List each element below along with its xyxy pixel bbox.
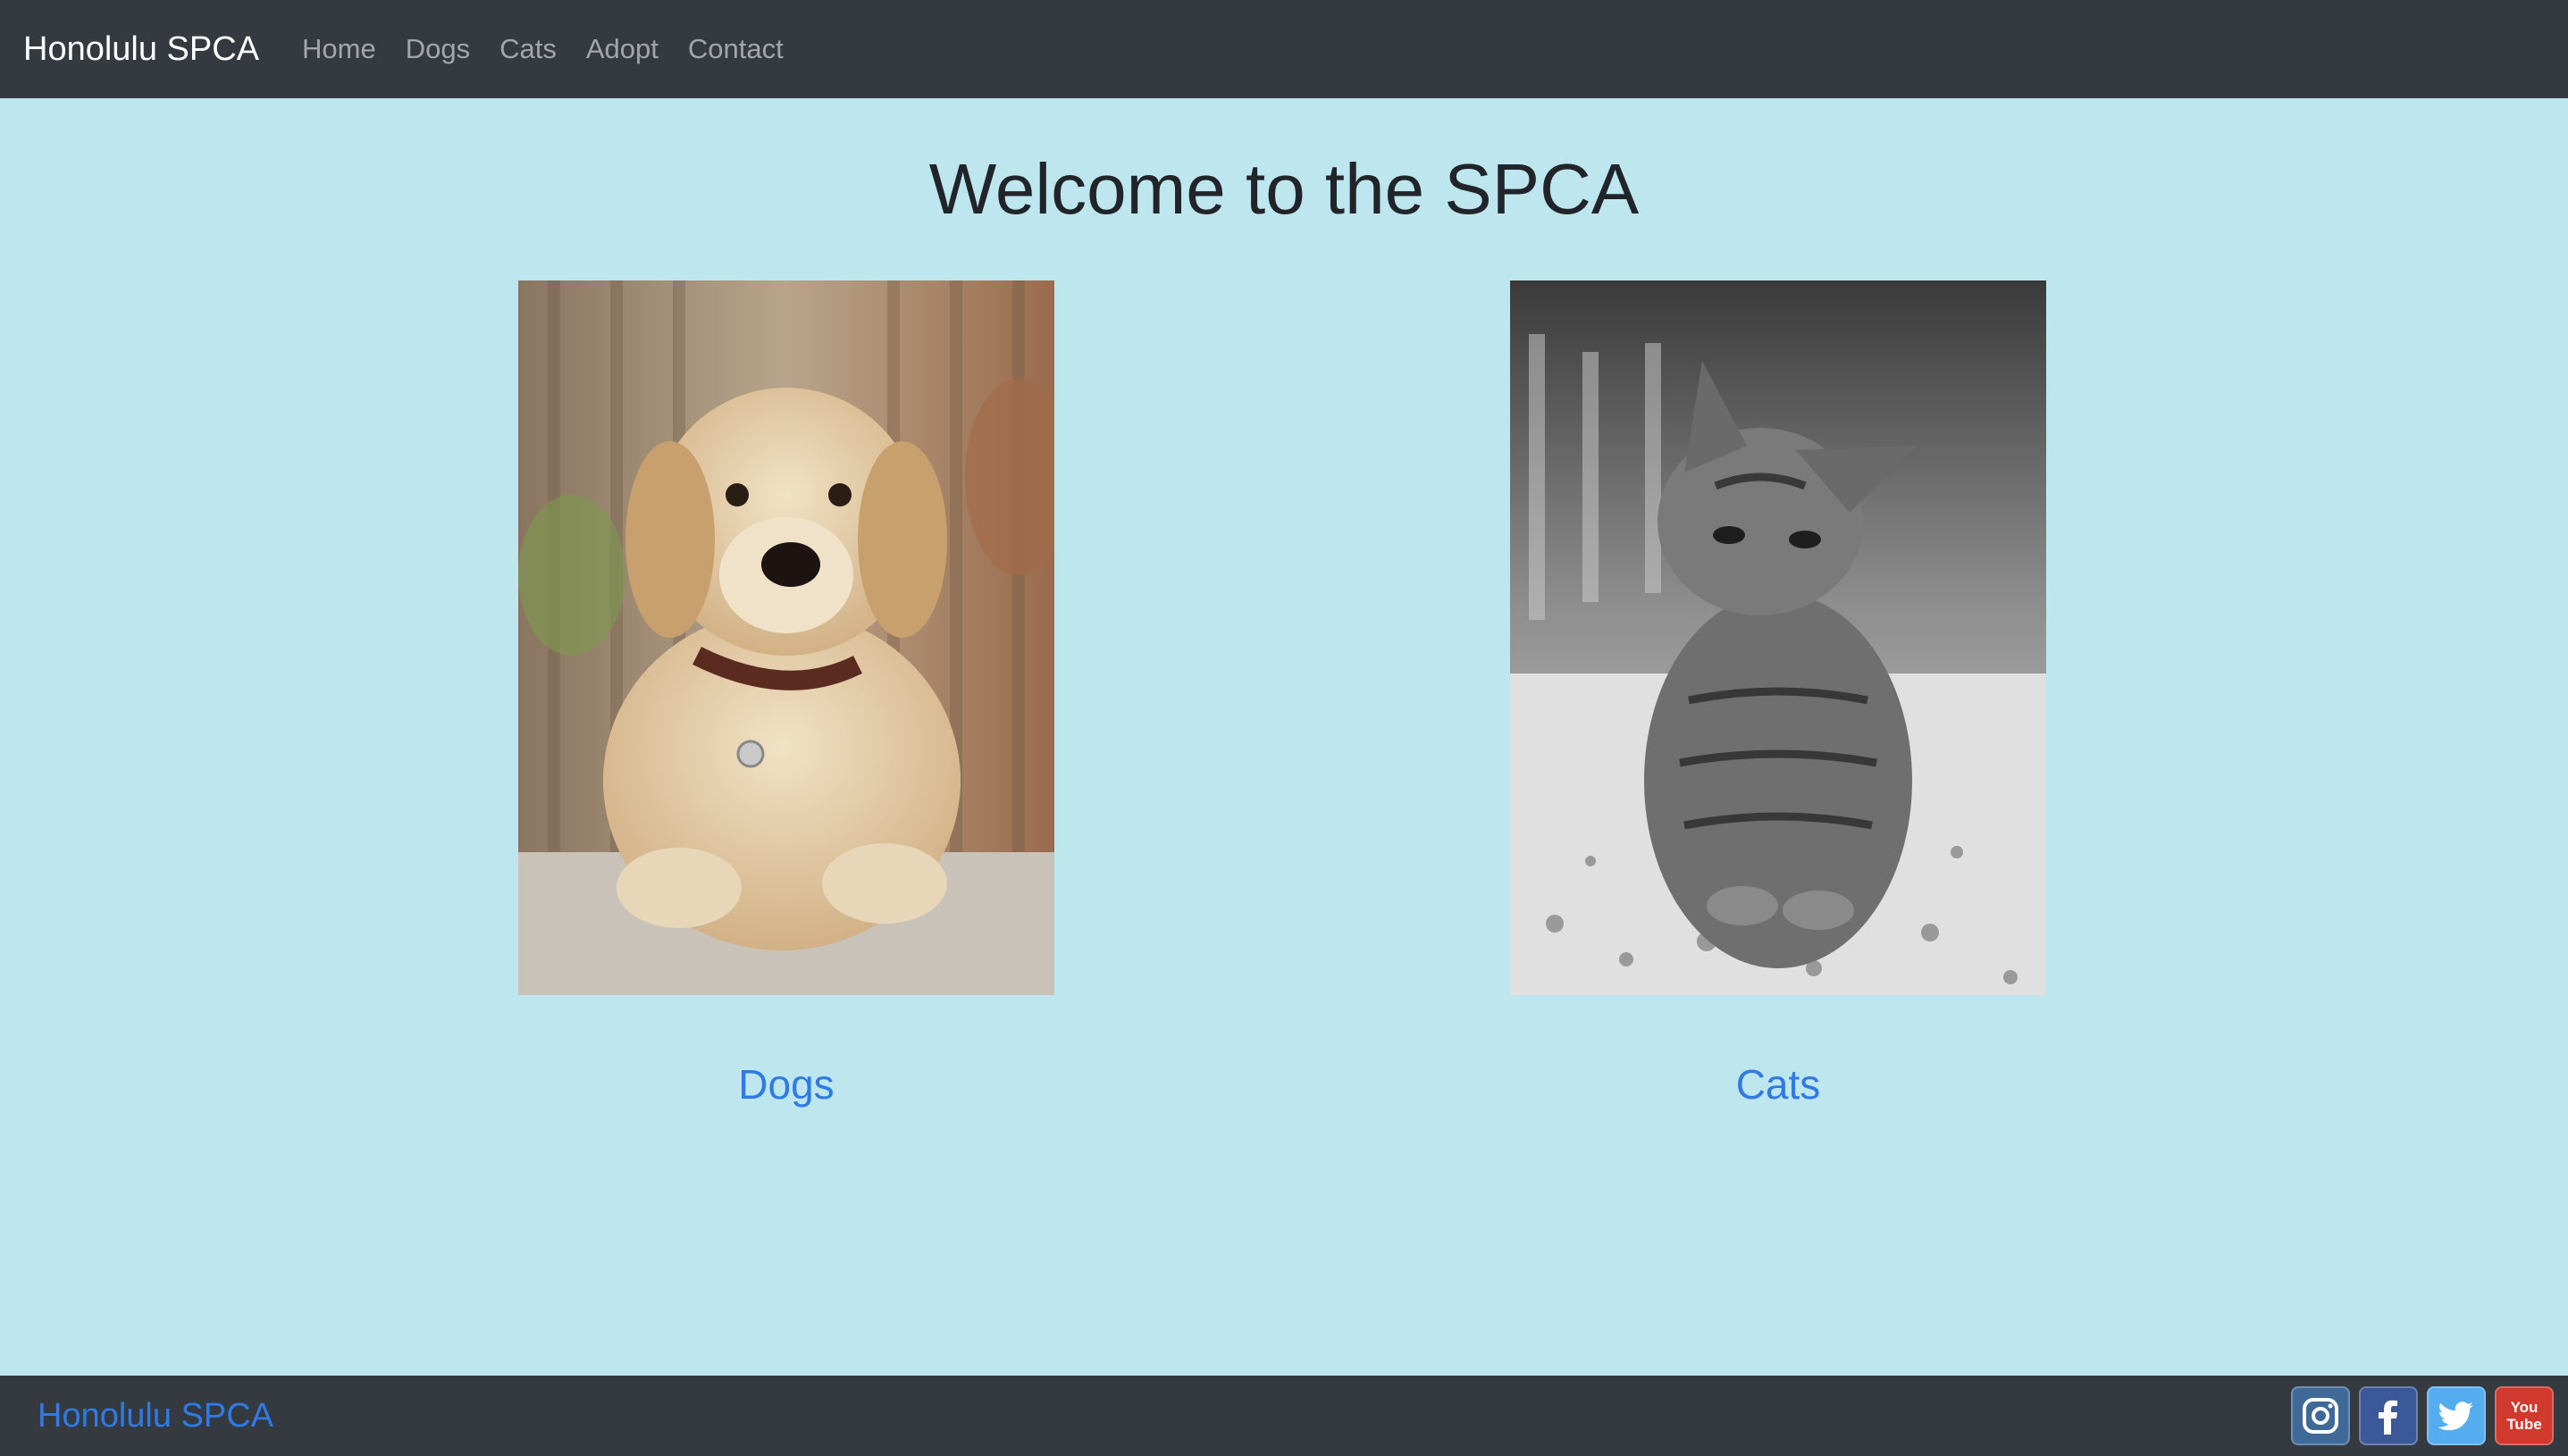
- nav-link-home[interactable]: Home: [302, 33, 376, 65]
- youtube-icon[interactable]: You Tube: [2495, 1386, 2554, 1445]
- navbar-brand[interactable]: Honolulu SPCA: [23, 30, 259, 69]
- top-navbar: Honolulu SPCA Home Dogs Cats Adopt Conta…: [0, 0, 2568, 98]
- nav-link-adopt[interactable]: Adopt: [586, 33, 659, 65]
- instagram-icon[interactable]: [2291, 1386, 2350, 1445]
- main-content: Welcome to the SPCA Dogs Cats: [0, 98, 2568, 1376]
- dogs-card: Dogs: [518, 280, 1054, 1120]
- social-links: You Tube: [2291, 1386, 2554, 1445]
- footer: Honolulu SPCA You Tube: [0, 1376, 2568, 1456]
- dog-photo[interactable]: [518, 280, 1054, 995]
- nav-link-contact[interactable]: Contact: [688, 33, 784, 65]
- nav-link-dogs[interactable]: Dogs: [406, 33, 470, 65]
- nav-link-cats[interactable]: Cats: [499, 33, 557, 65]
- facebook-icon[interactable]: [2359, 1386, 2418, 1445]
- cats-link[interactable]: Cats: [1510, 1049, 2046, 1120]
- nav-links: Home Dogs Cats Adopt Contact: [302, 33, 813, 65]
- youtube-icon-text: You Tube: [2506, 1399, 2542, 1433]
- cat-photo[interactable]: [1510, 280, 2046, 995]
- cats-card: Cats: [1510, 280, 2046, 1120]
- dogs-link[interactable]: Dogs: [518, 1049, 1054, 1120]
- footer-brand[interactable]: Honolulu SPCA: [38, 1397, 273, 1435]
- page-title: Welcome to the SPCA: [928, 149, 1640, 229]
- twitter-icon[interactable]: [2427, 1386, 2486, 1445]
